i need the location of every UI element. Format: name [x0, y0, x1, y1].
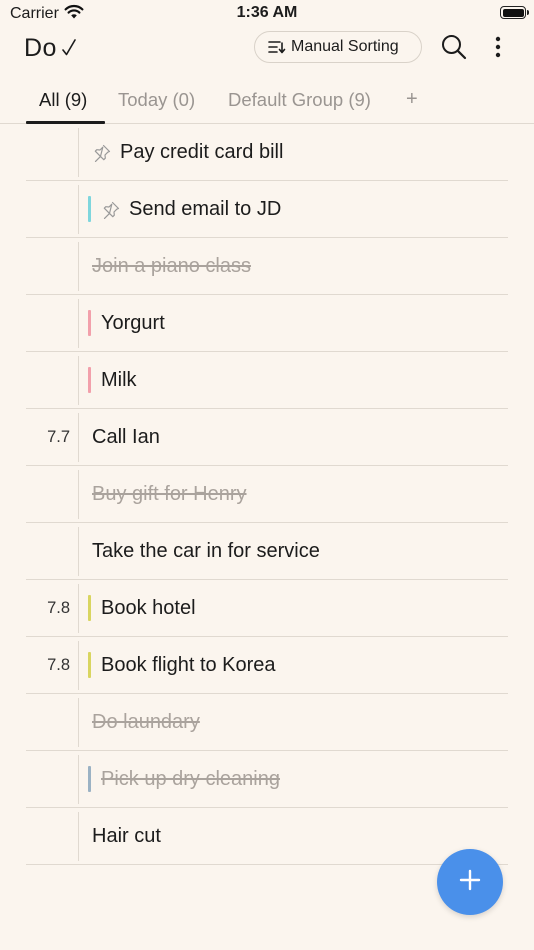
task-title: Pick up dry cleaning — [101, 768, 280, 790]
tab-all[interactable]: All (9) — [39, 89, 87, 111]
row-divider — [78, 641, 79, 690]
task-row[interactable]: Milk — [0, 352, 534, 409]
task-content: Yorgurt — [101, 295, 165, 352]
more-vertical-icon[interactable] — [486, 34, 510, 60]
task-date: 7.7 — [47, 428, 70, 446]
task-content: Milk — [101, 352, 137, 409]
row-divider — [78, 527, 79, 576]
task-content: Book hotel — [101, 580, 196, 637]
task-row[interactable]: Join a piano class — [0, 238, 534, 295]
task-date — [26, 808, 70, 865]
task-content: Join a piano class — [92, 238, 251, 295]
app-header: Do Manual Sorting — [0, 28, 534, 72]
tab-default-group[interactable]: Default Group (9) — [228, 89, 371, 111]
task-title: Milk — [101, 369, 137, 391]
tab-today[interactable]: Today (0) — [118, 89, 195, 111]
pin-icon — [101, 200, 121, 220]
clock: 1:36 AM — [236, 4, 298, 21]
task-date — [26, 751, 70, 808]
color-tag — [88, 595, 91, 621]
task-title: Call Ian — [92, 426, 160, 448]
task-date — [26, 124, 70, 181]
row-divider — [78, 299, 79, 348]
task-title: Take the car in for service — [92, 540, 320, 562]
color-tag — [88, 766, 91, 792]
add-group-button[interactable]: + — [406, 88, 418, 111]
pin-icon — [92, 143, 112, 163]
row-divider — [78, 185, 79, 234]
task-title: Book flight to Korea — [101, 654, 276, 676]
task-title: Send email to JD — [129, 198, 282, 220]
task-list: Pay credit card bill Send email to JD Jo… — [0, 124, 534, 865]
task-content: Send email to JD — [101, 181, 281, 238]
color-tag — [88, 652, 91, 678]
task-title: Yorgurt — [101, 312, 165, 334]
task-date: 7.8 — [47, 599, 70, 617]
task-date — [26, 352, 70, 409]
task-title: Book hotel — [101, 597, 196, 619]
task-row[interactable]: Pay credit card bill — [0, 124, 534, 181]
group-tabs: All (9) Today (0) Default Group (9) + — [0, 72, 534, 124]
color-tag — [88, 196, 91, 222]
plus-icon — [459, 869, 481, 896]
task-title: Pay credit card bill — [120, 141, 284, 163]
app-title: Do — [24, 34, 57, 62]
task-content: Hair cut — [92, 808, 161, 865]
task-row[interactable]: Send email to JD — [0, 181, 534, 238]
task-row[interactable]: 7.7 Call Ian — [0, 409, 534, 466]
row-divider — [78, 413, 79, 462]
task-row[interactable]: Yorgurt — [0, 295, 534, 352]
task-title: Hair cut — [92, 825, 161, 847]
task-date — [26, 466, 70, 523]
battery-icon — [500, 6, 529, 19]
row-divider — [78, 242, 79, 291]
task-date — [26, 523, 70, 580]
task-title: Do laundary — [92, 711, 200, 733]
status-bar: Carrier 1:36 AM — [0, 0, 534, 28]
task-row[interactable]: 7.8 Book hotel — [0, 580, 534, 637]
task-content: Do laundary — [92, 694, 200, 751]
checkmark-icon — [62, 39, 76, 62]
task-title: Buy gift for Henry — [92, 483, 247, 505]
sort-icon — [268, 40, 286, 54]
task-title: Join a piano class — [92, 255, 251, 277]
task-content: Pick up dry cleaning — [101, 751, 280, 808]
row-divider — [78, 356, 79, 405]
task-content: Take the car in for service — [92, 523, 320, 580]
task-row[interactable]: Pick up dry cleaning — [0, 751, 534, 808]
add-task-button[interactable] — [437, 849, 503, 915]
row-divider — [78, 128, 79, 177]
row-divider — [78, 755, 79, 804]
sort-label: Manual Sorting — [291, 38, 399, 55]
color-tag — [88, 310, 91, 336]
task-row[interactable]: Do laundary — [0, 694, 534, 751]
task-content: Buy gift for Henry — [92, 466, 247, 523]
row-divider — [78, 812, 79, 861]
task-row[interactable]: Buy gift for Henry — [0, 466, 534, 523]
manual-sorting-button[interactable]: Manual Sorting — [254, 31, 422, 63]
task-row[interactable]: 7.8 Book flight to Korea — [0, 637, 534, 694]
task-row[interactable]: Take the car in for service — [0, 523, 534, 580]
color-tag — [88, 367, 91, 393]
row-divider — [78, 584, 79, 633]
task-content: Pay credit card bill — [92, 124, 283, 181]
task-date — [26, 694, 70, 751]
task-content: Call Ian — [92, 409, 160, 466]
task-date — [26, 181, 70, 238]
task-date — [26, 238, 70, 295]
row-divider — [78, 698, 79, 747]
row-divider — [78, 470, 79, 519]
task-date — [26, 295, 70, 352]
search-icon[interactable] — [440, 33, 468, 61]
task-content: Book flight to Korea — [101, 637, 276, 694]
task-date: 7.8 — [47, 656, 70, 674]
